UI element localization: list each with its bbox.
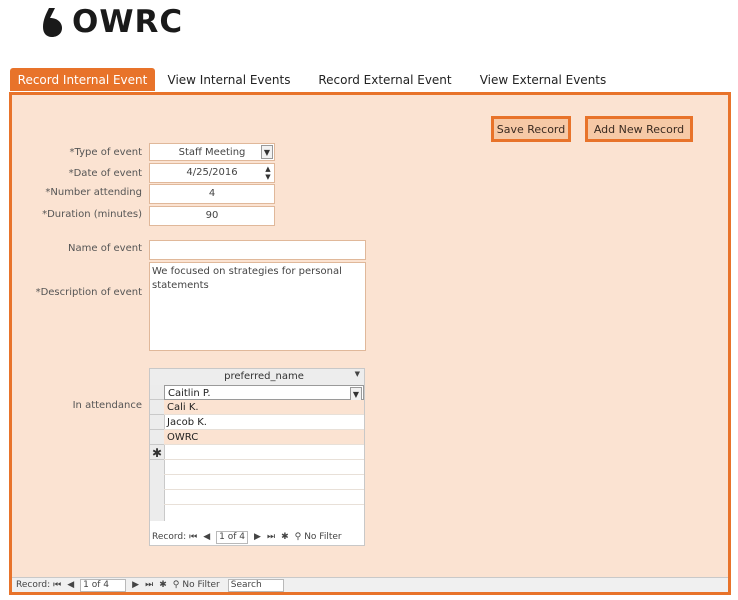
- subform-header: preferred_name ▼: [150, 369, 364, 386]
- last-record-icon[interactable]: ⏭: [145, 580, 153, 590]
- record-form: Save Record Add New Record *Type of even…: [9, 92, 731, 595]
- type-of-event-label: *Type of event: [69, 147, 142, 158]
- previous-record-icon[interactable]: ◀: [67, 580, 74, 590]
- filter-icon[interactable]: ⚲: [295, 532, 302, 542]
- column-menu-icon[interactable]: ▼: [355, 370, 360, 378]
- column-header-preferred-name[interactable]: preferred_name: [164, 369, 364, 385]
- next-record-icon[interactable]: ▶: [132, 580, 139, 590]
- description-label: *Description of event: [35, 287, 142, 298]
- date-of-event-label: *Date of event: [68, 168, 142, 179]
- attendee-row[interactable]: Jacob K.: [164, 415, 364, 430]
- date-spinner-icon[interactable]: ▲ ▼: [263, 165, 273, 181]
- number-attending-field[interactable]: 4: [149, 184, 275, 204]
- name-of-event-label: Name of event: [68, 243, 142, 254]
- record-label: Record:: [16, 580, 51, 590]
- number-attending-label: *Number attending: [45, 187, 142, 198]
- new-attendee-row[interactable]: [164, 445, 364, 460]
- attendee-row[interactable]: OWRC: [164, 430, 364, 445]
- type-of-event-select[interactable]: Staff Meeting ▼: [149, 143, 275, 161]
- main-record-navigation-bar: Record: ⏮ ◀ 1 of 4 ▶ ⏭ ✱ ⚲ No Filter Sea…: [12, 577, 728, 592]
- attendee-row[interactable]: Cali K.: [164, 400, 364, 415]
- main-record-navigation: Record: ⏮ ◀ 1 of 4 ▶ ⏭ ✱ ⚲ No Filter Sea…: [16, 578, 287, 592]
- date-of-event-field[interactable]: 4/25/2016 ▲ ▼: [149, 163, 275, 183]
- row-selector[interactable]: [150, 415, 164, 430]
- tab-view-external-events[interactable]: View External Events: [470, 68, 616, 91]
- add-new-record-button[interactable]: Add New Record: [585, 116, 693, 142]
- filter-status[interactable]: No Filter: [304, 532, 341, 542]
- new-record-icon[interactable]: ✱: [159, 580, 167, 590]
- tab-view-internal-events[interactable]: View Internal Events: [158, 68, 300, 91]
- empty-row: [164, 475, 364, 490]
- attendance-subform: preferred_name ▼ ✱ Caitlin P. ▼ Cali K. …: [149, 368, 365, 546]
- owrc-logo: OWRC: [42, 4, 183, 40]
- first-record-icon[interactable]: ⏮: [189, 532, 197, 542]
- empty-row: [164, 490, 364, 505]
- type-of-event-value: Staff Meeting: [178, 147, 246, 158]
- search-input[interactable]: Search: [227, 578, 284, 592]
- last-record-icon[interactable]: ⏭: [267, 532, 275, 542]
- row-selector[interactable]: [150, 430, 164, 445]
- next-record-icon[interactable]: ▶: [254, 532, 261, 542]
- record-position-field[interactable]: 1 of 4: [80, 578, 127, 592]
- row-selector[interactable]: [150, 385, 164, 400]
- name-of-event-field[interactable]: [149, 240, 366, 260]
- new-record-icon[interactable]: ✱: [281, 532, 289, 542]
- filter-icon[interactable]: ⚲: [173, 580, 180, 590]
- tab-record-internal-event[interactable]: Record Internal Event: [10, 68, 155, 91]
- filter-status[interactable]: No Filter: [182, 580, 219, 590]
- date-of-event-value: 4/25/2016: [186, 167, 238, 178]
- tab-record-external-event[interactable]: Record External Event: [310, 68, 460, 91]
- empty-row: [164, 460, 364, 475]
- in-attendance-label: In attendance: [72, 400, 142, 411]
- chevron-down-icon[interactable]: ▼: [350, 387, 362, 401]
- record-label: Record:: [152, 532, 187, 542]
- new-row-marker[interactable]: ✱: [150, 445, 164, 460]
- first-record-icon[interactable]: ⏮: [53, 580, 61, 590]
- previous-record-icon[interactable]: ◀: [203, 532, 210, 542]
- logo-text: OWRC: [72, 4, 184, 40]
- attendee-name: Caitlin P.: [168, 388, 211, 399]
- quote-mark-icon: [42, 6, 68, 38]
- save-record-button[interactable]: Save Record: [491, 116, 571, 142]
- description-field[interactable]: We focused on strategies for personal st…: [149, 262, 366, 351]
- chevron-down-icon[interactable]: ▼: [261, 145, 273, 159]
- row-selector[interactable]: [150, 400, 164, 415]
- duration-label: *Duration (minutes): [42, 209, 142, 220]
- attendee-row[interactable]: Caitlin P. ▼: [164, 385, 364, 401]
- record-position-field[interactable]: 1 of 4: [216, 530, 249, 544]
- subform-record-navigation: Record: ⏮ ◀ 1 of 4 ▶ ⏭ ✱ ⚲ No Filter: [152, 530, 342, 544]
- duration-field[interactable]: 90: [149, 206, 275, 226]
